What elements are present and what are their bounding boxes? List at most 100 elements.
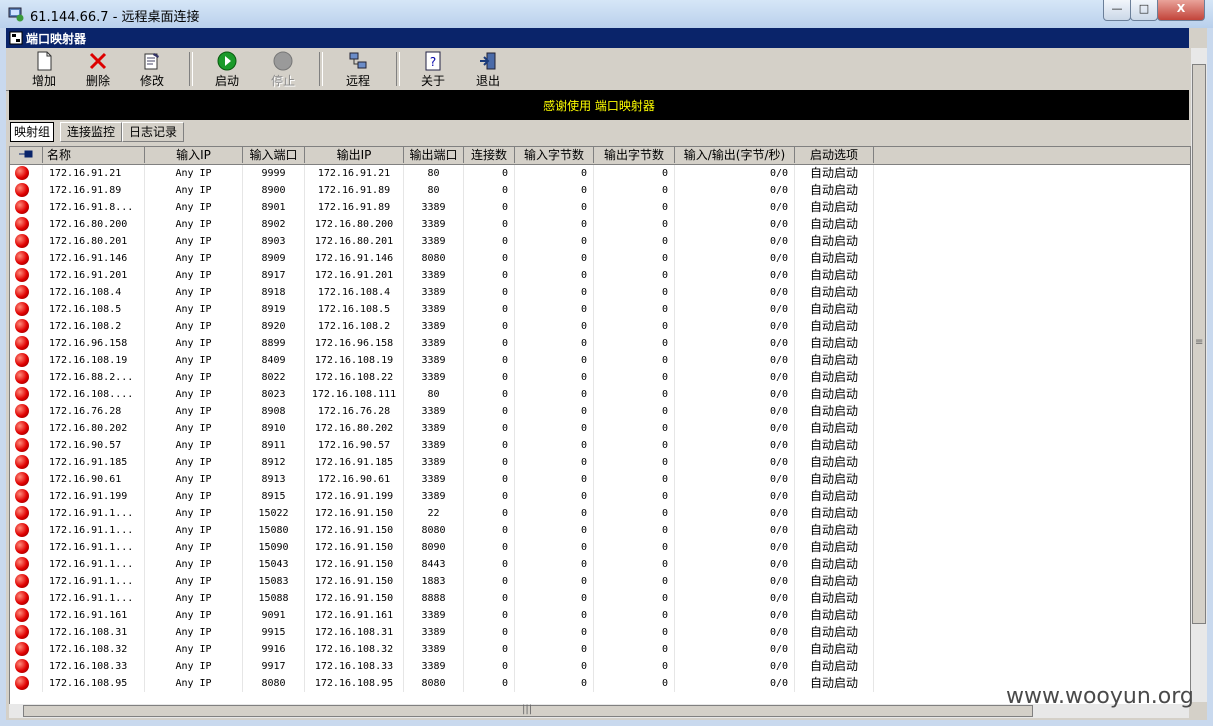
table-cell: Any IP bbox=[145, 590, 243, 607]
table-cell: Any IP bbox=[145, 216, 243, 233]
table-cell: 8919 bbox=[243, 301, 305, 318]
table-cell: 8917 bbox=[243, 267, 305, 284]
status-cell bbox=[10, 590, 43, 607]
column-header[interactable]: 输出端口 bbox=[404, 147, 464, 163]
tab-connection-monitor[interactable]: 连接监控 bbox=[60, 122, 122, 142]
table-cell: 8903 bbox=[243, 233, 305, 250]
status-cell bbox=[10, 216, 43, 233]
exit-icon bbox=[480, 52, 496, 70]
table-row[interactable]: 172.16.91.1... Any IP 15022 172.16.91.150 22… bbox=[10, 505, 1190, 522]
table-cell: 80 bbox=[404, 386, 464, 403]
table-cell: 0 bbox=[594, 539, 675, 556]
status-red-icon bbox=[15, 353, 29, 367]
table-cell: 8901 bbox=[243, 199, 305, 216]
column-header[interactable]: 启动选项 bbox=[795, 147, 874, 163]
remote-button[interactable]: 远程 bbox=[334, 50, 382, 88]
table-row[interactable]: 172.16.91.1... Any IP 15083 172.16.91.150 18… bbox=[10, 573, 1190, 590]
table-row[interactable]: 172.16.108.2 Any IP 8920 172.16.108.2 3389 0 0… bbox=[10, 318, 1190, 335]
tab-mapping-group[interactable]: 映射组 bbox=[10, 122, 54, 142]
column-header[interactable]: 输入端口 bbox=[243, 147, 305, 163]
table-row[interactable]: 172.16.108.4 Any IP 8918 172.16.108.4 3389 0 0… bbox=[10, 284, 1190, 301]
table-row[interactable]: 172.16.108.32 Any IP 9916 172.16.108.32 3389… bbox=[10, 641, 1190, 658]
start-button[interactable]: 启动 bbox=[203, 50, 251, 88]
status-cell bbox=[10, 403, 43, 420]
table-cell: Any IP bbox=[145, 267, 243, 284]
table-row[interactable]: 172.16.76.28 Any IP 8908 172.16.76.28 3389 0 0… bbox=[10, 403, 1190, 420]
edit-icon bbox=[144, 53, 159, 70]
table-cell: 172.16.108.31 bbox=[305, 624, 404, 641]
table-cell: 0 bbox=[515, 216, 594, 233]
table-cell: 3389 bbox=[404, 488, 464, 505]
table-cell: 0 bbox=[594, 641, 675, 658]
column-header[interactable]: 输出IP bbox=[305, 147, 404, 163]
table-cell: 9091 bbox=[243, 607, 305, 624]
column-header[interactable]: 输入字节数 bbox=[515, 147, 594, 163]
stop-button[interactable]: 停止 bbox=[259, 50, 307, 88]
table-cell: 0 bbox=[515, 199, 594, 216]
table-cell: 80 bbox=[404, 165, 464, 182]
table-row[interactable]: 172.16.91.201 Any IP 8917 172.16.91.201 3389… bbox=[10, 267, 1190, 284]
table-row[interactable]: 172.16.108.... Any IP 8023 172.16.108.111 80… bbox=[10, 386, 1190, 403]
table-cell: 0/0 bbox=[675, 250, 795, 267]
table-cell: 3389 bbox=[404, 352, 464, 369]
table-row[interactable]: 172.16.108.33 Any IP 9917 172.16.108.33 3389… bbox=[10, 658, 1190, 675]
table-row[interactable]: 172.16.91.89 Any IP 8900 172.16.91.89 80 0 0 0 0… bbox=[10, 182, 1190, 199]
add-button[interactable]: 增加 bbox=[20, 50, 68, 88]
table-row[interactable]: 172.16.91.21 Any IP 9999 172.16.91.21 80 0 0 0 0… bbox=[10, 165, 1190, 182]
table-row[interactable]: 172.16.91.199 Any IP 8915 172.16.91.199 3389… bbox=[10, 488, 1190, 505]
table-row[interactable]: 172.16.108.5 Any IP 8919 172.16.108.5 3389 0 0… bbox=[10, 301, 1190, 318]
table-cell: 0/0 bbox=[675, 403, 795, 420]
edit-button[interactable]: 修改 bbox=[128, 50, 176, 88]
column-header[interactable]: 输入IP bbox=[145, 147, 243, 163]
column-header[interactable]: 连接数 bbox=[464, 147, 515, 163]
exit-button[interactable]: 退出 bbox=[464, 50, 512, 88]
status-cell bbox=[10, 488, 43, 505]
status-cell bbox=[10, 267, 43, 284]
maximize-button[interactable]: □ bbox=[1130, 0, 1158, 21]
minimize-button[interactable]: — bbox=[1103, 0, 1131, 21]
table-row[interactable]: 172.16.88.2... Any IP 8022 172.16.108.22 338… bbox=[10, 369, 1190, 386]
table-cell: 0 bbox=[594, 556, 675, 573]
table-row[interactable]: 172.16.91.185 Any IP 8912 172.16.91.185 3389… bbox=[10, 454, 1190, 471]
table-row[interactable]: 172.16.91.1... Any IP 15043 172.16.91.150 84… bbox=[10, 556, 1190, 573]
table-row[interactable]: 172.16.91.1... Any IP 15080 172.16.91.150 80… bbox=[10, 522, 1190, 539]
status-red-icon bbox=[15, 421, 29, 435]
table-cell: 0 bbox=[464, 182, 515, 199]
table-cell: 0 bbox=[464, 420, 515, 437]
table-cell: 0/0 bbox=[675, 386, 795, 403]
about-button[interactable]: ? 关于 bbox=[409, 50, 457, 88]
table-row[interactable]: 172.16.80.200 Any IP 8902 172.16.80.200 3389… bbox=[10, 216, 1190, 233]
table-row[interactable]: 172.16.80.202 Any IP 8910 172.16.80.202 3389… bbox=[10, 420, 1190, 437]
table-row[interactable]: 172.16.96.158 Any IP 8899 172.16.96.158 3389… bbox=[10, 335, 1190, 352]
table-row[interactable]: 172.16.108.19 Any IP 8409 172.16.108.19 3389… bbox=[10, 352, 1190, 369]
table-row[interactable]: 172.16.91.1... Any IP 15090 172.16.91.150 80… bbox=[10, 539, 1190, 556]
status-column-header[interactable] bbox=[10, 147, 43, 163]
column-header[interactable]: 名称 bbox=[43, 147, 145, 163]
delete-button[interactable]: 删除 bbox=[74, 50, 122, 88]
table-row[interactable]: 172.16.91.1... Any IP 15088 172.16.91.150 88… bbox=[10, 590, 1190, 607]
table-row[interactable]: 172.16.80.201 Any IP 8903 172.16.80.201 3389… bbox=[10, 233, 1190, 250]
table-row[interactable]: 172.16.90.57 Any IP 8911 172.16.90.57 3389 0 0… bbox=[10, 437, 1190, 454]
table-cell: 172.16.80.202 bbox=[43, 420, 145, 437]
table-row[interactable]: 172.16.90.61 Any IP 8913 172.16.90.61 3389 0 0… bbox=[10, 471, 1190, 488]
toolbar-separator bbox=[319, 52, 323, 86]
tab-log[interactable]: 日志记录 bbox=[122, 122, 184, 142]
table-cell: 0 bbox=[594, 675, 675, 692]
toolbar-separator bbox=[396, 52, 400, 86]
horizontal-scroll-thumb[interactable]: ||| bbox=[23, 704, 1033, 717]
vertical-scrollbar[interactable]: ≡ bbox=[1191, 48, 1207, 702]
table-row[interactable]: 172.16.91.146 Any IP 8909 172.16.91.146 8080… bbox=[10, 250, 1190, 267]
column-header[interactable]: 输入/输出(字节/秒) bbox=[675, 147, 795, 163]
vertical-scroll-thumb[interactable]: ≡ bbox=[1192, 64, 1206, 624]
close-button[interactable]: X bbox=[1157, 0, 1205, 21]
table-row[interactable]: 172.16.91.161 Any IP 9091 172.16.91.161 3389… bbox=[10, 607, 1190, 624]
table-row[interactable]: 172.16.108.31 Any IP 9915 172.16.108.31 3389… bbox=[10, 624, 1190, 641]
table-cell: 172.16.91.146 bbox=[305, 250, 404, 267]
table-cell: 0/0 bbox=[675, 216, 795, 233]
status-red-icon bbox=[15, 642, 29, 656]
table-cell: 自动启动 bbox=[795, 624, 874, 641]
status-cell bbox=[10, 454, 43, 471]
table-row[interactable]: 172.16.91.8... Any IP 8901 172.16.91.89 3389… bbox=[10, 199, 1190, 216]
column-header[interactable]: 输出字节数 bbox=[594, 147, 675, 163]
mapping-list[interactable]: 名称 输入IP 输入端口 输出IP 输出端口 连接数 输入字节数 输出字节数 输入/输出(字节/… bbox=[9, 146, 1191, 706]
